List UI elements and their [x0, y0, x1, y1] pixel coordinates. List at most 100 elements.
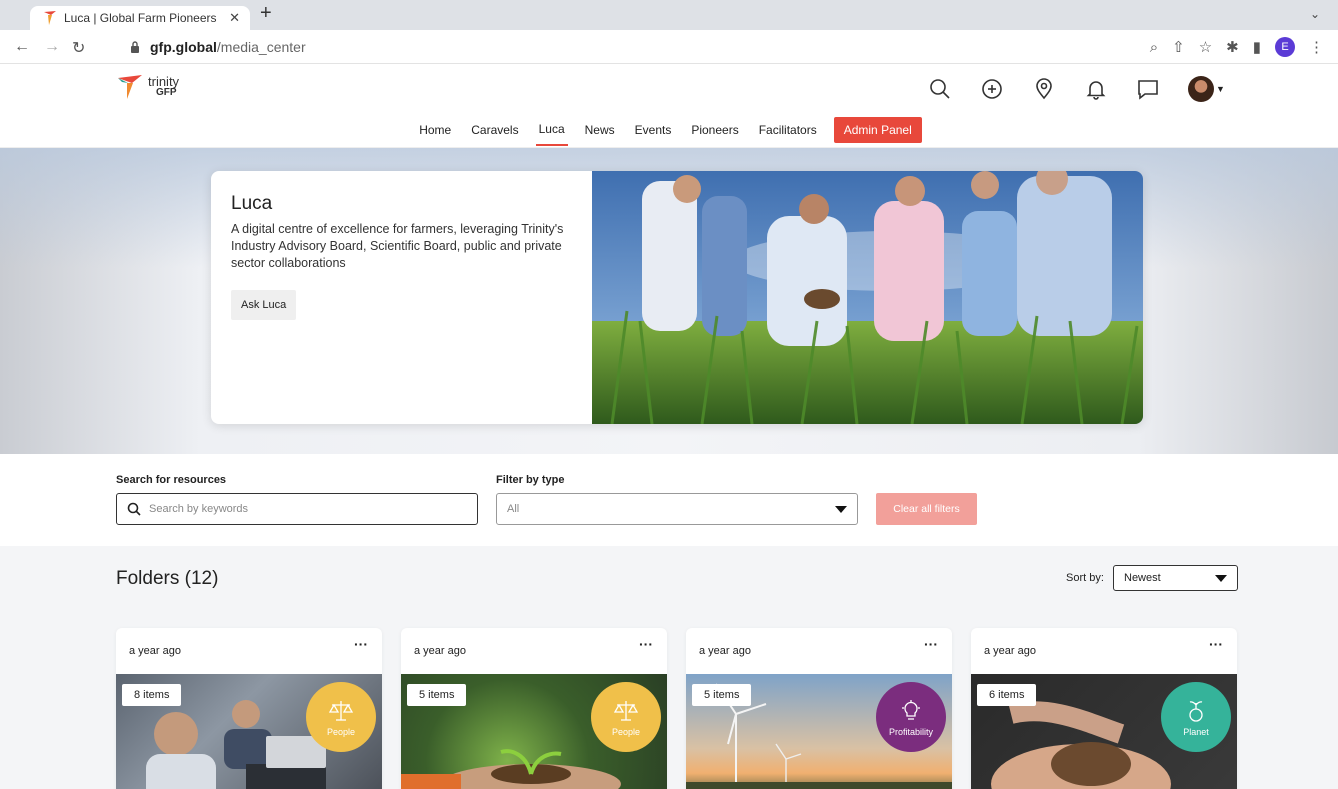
filter-type-value: All — [507, 503, 520, 515]
main-nav: Home Caravels Luca News Events Pioneers … — [0, 112, 1338, 148]
address-bar: ← → ↻ gfp.global/media_center ⌕ ⇧ ☆ ✱ ▮ … — [0, 30, 1338, 64]
folders-title: Folders (12) — [116, 568, 219, 589]
hero-card: Luca A digital centre of excellence for … — [211, 171, 1143, 424]
filter-type-label: Filter by type — [496, 474, 565, 486]
user-menu[interactable]: ▼ — [1188, 76, 1225, 102]
caret-down-icon: ▼ — [1216, 84, 1225, 94]
hero-text: Luca A digital centre of excellence for … — [211, 171, 592, 424]
category-label: People — [326, 726, 356, 737]
hero-image-farmers-in-field — [592, 171, 1143, 424]
header-icons: ▼ — [928, 76, 1225, 102]
browser-tab[interactable]: Luca | Global Farm Pioneers ✕ — [30, 6, 250, 30]
hero-section: Luca A digital centre of excellence for … — [0, 148, 1338, 454]
lock-icon — [131, 41, 139, 53]
folder-card[interactable]: a year ago ··· 5 items Profitability — [686, 628, 952, 789]
folder-date: a year ago — [414, 645, 466, 657]
site-header: trinity GFP ▼ — [0, 64, 1338, 112]
item-count-badge: 5 items — [407, 684, 467, 706]
item-count-badge: 8 items — [122, 684, 182, 706]
nav-item-home[interactable]: Home — [416, 115, 454, 145]
star-icon[interactable]: ☆ — [1199, 38, 1212, 56]
browser-toolbar: ⌕ ⇧ ☆ ✱ ▮ E ⋮ — [1150, 37, 1324, 57]
location-pin-icon[interactable] — [1032, 77, 1056, 101]
tab-title: Luca | Global Farm Pioneers — [64, 11, 217, 25]
search-label: Search for resources — [116, 474, 227, 486]
admin-panel-button[interactable]: Admin Panel — [833, 116, 922, 143]
bell-icon[interactable] — [1084, 77, 1108, 101]
url-field[interactable]: gfp.global/media_center — [120, 34, 1320, 60]
category-label: Planet — [1183, 726, 1209, 737]
sort-label: Sort by: — [1066, 572, 1104, 584]
category-badge-people: People — [591, 682, 661, 752]
trinity-logo-icon — [118, 75, 142, 99]
trinity-favicon-icon — [44, 11, 56, 25]
folder-card[interactable]: a year ago ··· 8 items People — [116, 628, 382, 789]
dropdown-arrow-icon — [1215, 574, 1227, 582]
avatar — [1188, 76, 1214, 102]
share-icon[interactable]: ⇧ — [1172, 38, 1185, 56]
category-badge-people: People — [306, 682, 376, 752]
url-host: gfp.global — [150, 39, 217, 55]
ask-luca-button[interactable]: Ask Luca — [231, 290, 297, 320]
filters-section: Search for resources Search by keywords … — [0, 454, 1338, 546]
sidepanel-icon[interactable]: ▮ — [1253, 38, 1261, 56]
folder-date: a year ago — [699, 645, 751, 657]
search-input[interactable]: Search by keywords — [116, 493, 478, 525]
folders-section: Folders (12) Sort by: Newest a year ago … — [0, 546, 1338, 789]
filter-type-select[interactable]: All — [496, 493, 858, 525]
more-options-icon[interactable]: ··· — [639, 636, 653, 652]
sort-select[interactable]: Newest — [1113, 565, 1238, 591]
brand-name: trinity GFP — [148, 75, 179, 98]
folder-thumbnail: 8 items People — [116, 674, 382, 789]
tab-edge — [0, 6, 22, 30]
menu-kebab-icon[interactable]: ⋮ — [1309, 38, 1324, 56]
nav-item-pioneers[interactable]: Pioneers — [688, 115, 741, 145]
url-path: /media_center — [216, 39, 306, 55]
category-label: People — [611, 726, 641, 737]
chat-icon[interactable] — [1136, 77, 1160, 101]
folder-thumbnail: 5 items People — [401, 674, 667, 789]
forward-icon[interactable]: → — [44, 38, 60, 56]
sort-value: Newest — [1124, 572, 1161, 584]
folder-thumbnail: 5 items Profitability — [686, 674, 952, 789]
trinity-logo[interactable]: trinity GFP — [118, 74, 179, 100]
item-count-badge: 6 items — [977, 684, 1037, 706]
profile-avatar[interactable]: E — [1275, 37, 1295, 57]
nav-item-events[interactable]: Events — [632, 115, 675, 145]
zoom-icon[interactable]: ⌕ — [1150, 39, 1158, 56]
back-icon[interactable]: ← — [14, 38, 30, 56]
planet-sprout-icon — [1189, 700, 1203, 722]
category-badge-planet: Planet — [1161, 682, 1231, 752]
nav-item-luca[interactable]: Luca — [535, 114, 568, 146]
category-label: Profitability — [888, 726, 933, 737]
folder-thumbnail: 6 items Planet — [971, 674, 1237, 789]
browser-tabbar: Luca | Global Farm Pioneers ✕ + ⌄ — [0, 0, 1338, 30]
folder-date: a year ago — [984, 645, 1036, 657]
close-tab-icon[interactable]: ✕ — [229, 10, 240, 26]
clear-filters-button[interactable]: Clear all filters — [876, 493, 977, 525]
chevron-down-icon[interactable]: ⌄ — [1310, 7, 1320, 21]
more-options-icon[interactable]: ··· — [1209, 636, 1223, 652]
people-scales-icon — [328, 700, 354, 721]
reload-icon[interactable]: ↻ — [72, 38, 85, 58]
hero-description: A digital centre of excellence for farme… — [231, 222, 564, 270]
search-icon[interactable] — [928, 77, 952, 101]
search-placeholder: Search by keywords — [149, 503, 249, 515]
dropdown-arrow-icon — [835, 505, 847, 513]
new-tab-icon[interactable]: + — [260, 2, 272, 25]
nav-item-caravels[interactable]: Caravels — [468, 115, 521, 145]
nav-item-facilitators[interactable]: Facilitators — [756, 115, 820, 145]
folder-card[interactable]: a year ago ··· 5 items People — [401, 628, 667, 789]
extensions-icon[interactable]: ✱ — [1226, 38, 1239, 56]
hero-title: Luca — [231, 193, 273, 214]
nav-item-news[interactable]: News — [582, 115, 618, 145]
lightbulb-icon — [902, 699, 920, 720]
search-icon — [127, 502, 141, 516]
category-badge-profitability: Profitability — [876, 682, 946, 752]
plus-circle-icon[interactable] — [980, 77, 1004, 101]
people-scales-icon — [613, 700, 639, 721]
more-options-icon[interactable]: ··· — [924, 636, 938, 652]
more-options-icon[interactable]: ··· — [354, 636, 368, 652]
folder-date: a year ago — [129, 645, 181, 657]
folder-card[interactable]: a year ago ··· 6 items Planet — [971, 628, 1237, 789]
